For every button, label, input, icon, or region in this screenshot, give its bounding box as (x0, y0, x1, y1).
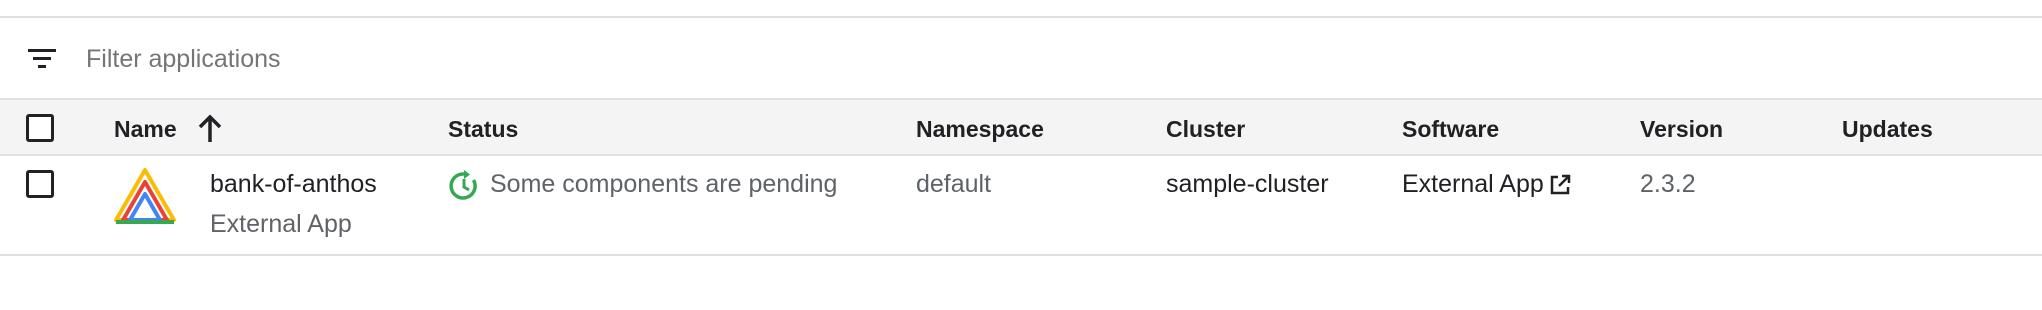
table-row[interactable]: bank-of-anthos External App Some compone… (0, 156, 2042, 256)
arrow-upward-icon[interactable] (196, 114, 224, 144)
anthos-logo-icon (112, 168, 178, 226)
cluster-cell: sample-cluster (1166, 170, 1329, 198)
column-header-cluster[interactable]: Cluster (1166, 116, 1245, 143)
app-type-label: External App (210, 210, 352, 238)
applications-panel: Name Status Namespace Cluster Software V… (0, 0, 2042, 310)
status-text: Some components are pending (490, 170, 838, 198)
software-label: External App (1402, 170, 1544, 198)
column-header-namespace[interactable]: Namespace (916, 116, 1044, 143)
open-in-new-icon (1548, 173, 1572, 197)
version-cell: 2.3.2 (1640, 170, 1696, 198)
column-header-status[interactable]: Status (448, 116, 518, 143)
pending-refresh-icon (448, 170, 480, 202)
column-header-name[interactable]: Name (114, 116, 177, 143)
select-all-checkbox[interactable] (26, 114, 54, 142)
filter-applications-input[interactable] (86, 38, 786, 80)
software-link[interactable]: External App (1402, 170, 1572, 199)
app-name-link[interactable]: bank-of-anthos (210, 170, 377, 199)
table-header: Name Status Namespace Cluster Software V… (0, 98, 2042, 156)
filter-list-icon[interactable] (26, 48, 58, 70)
column-header-version[interactable]: Version (1640, 116, 1723, 143)
column-header-software[interactable]: Software (1402, 116, 1499, 143)
column-header-updates[interactable]: Updates (1842, 116, 1933, 143)
namespace-cell: default (916, 170, 992, 198)
filter-bar (0, 18, 2042, 98)
row-checkbox[interactable] (26, 170, 54, 198)
